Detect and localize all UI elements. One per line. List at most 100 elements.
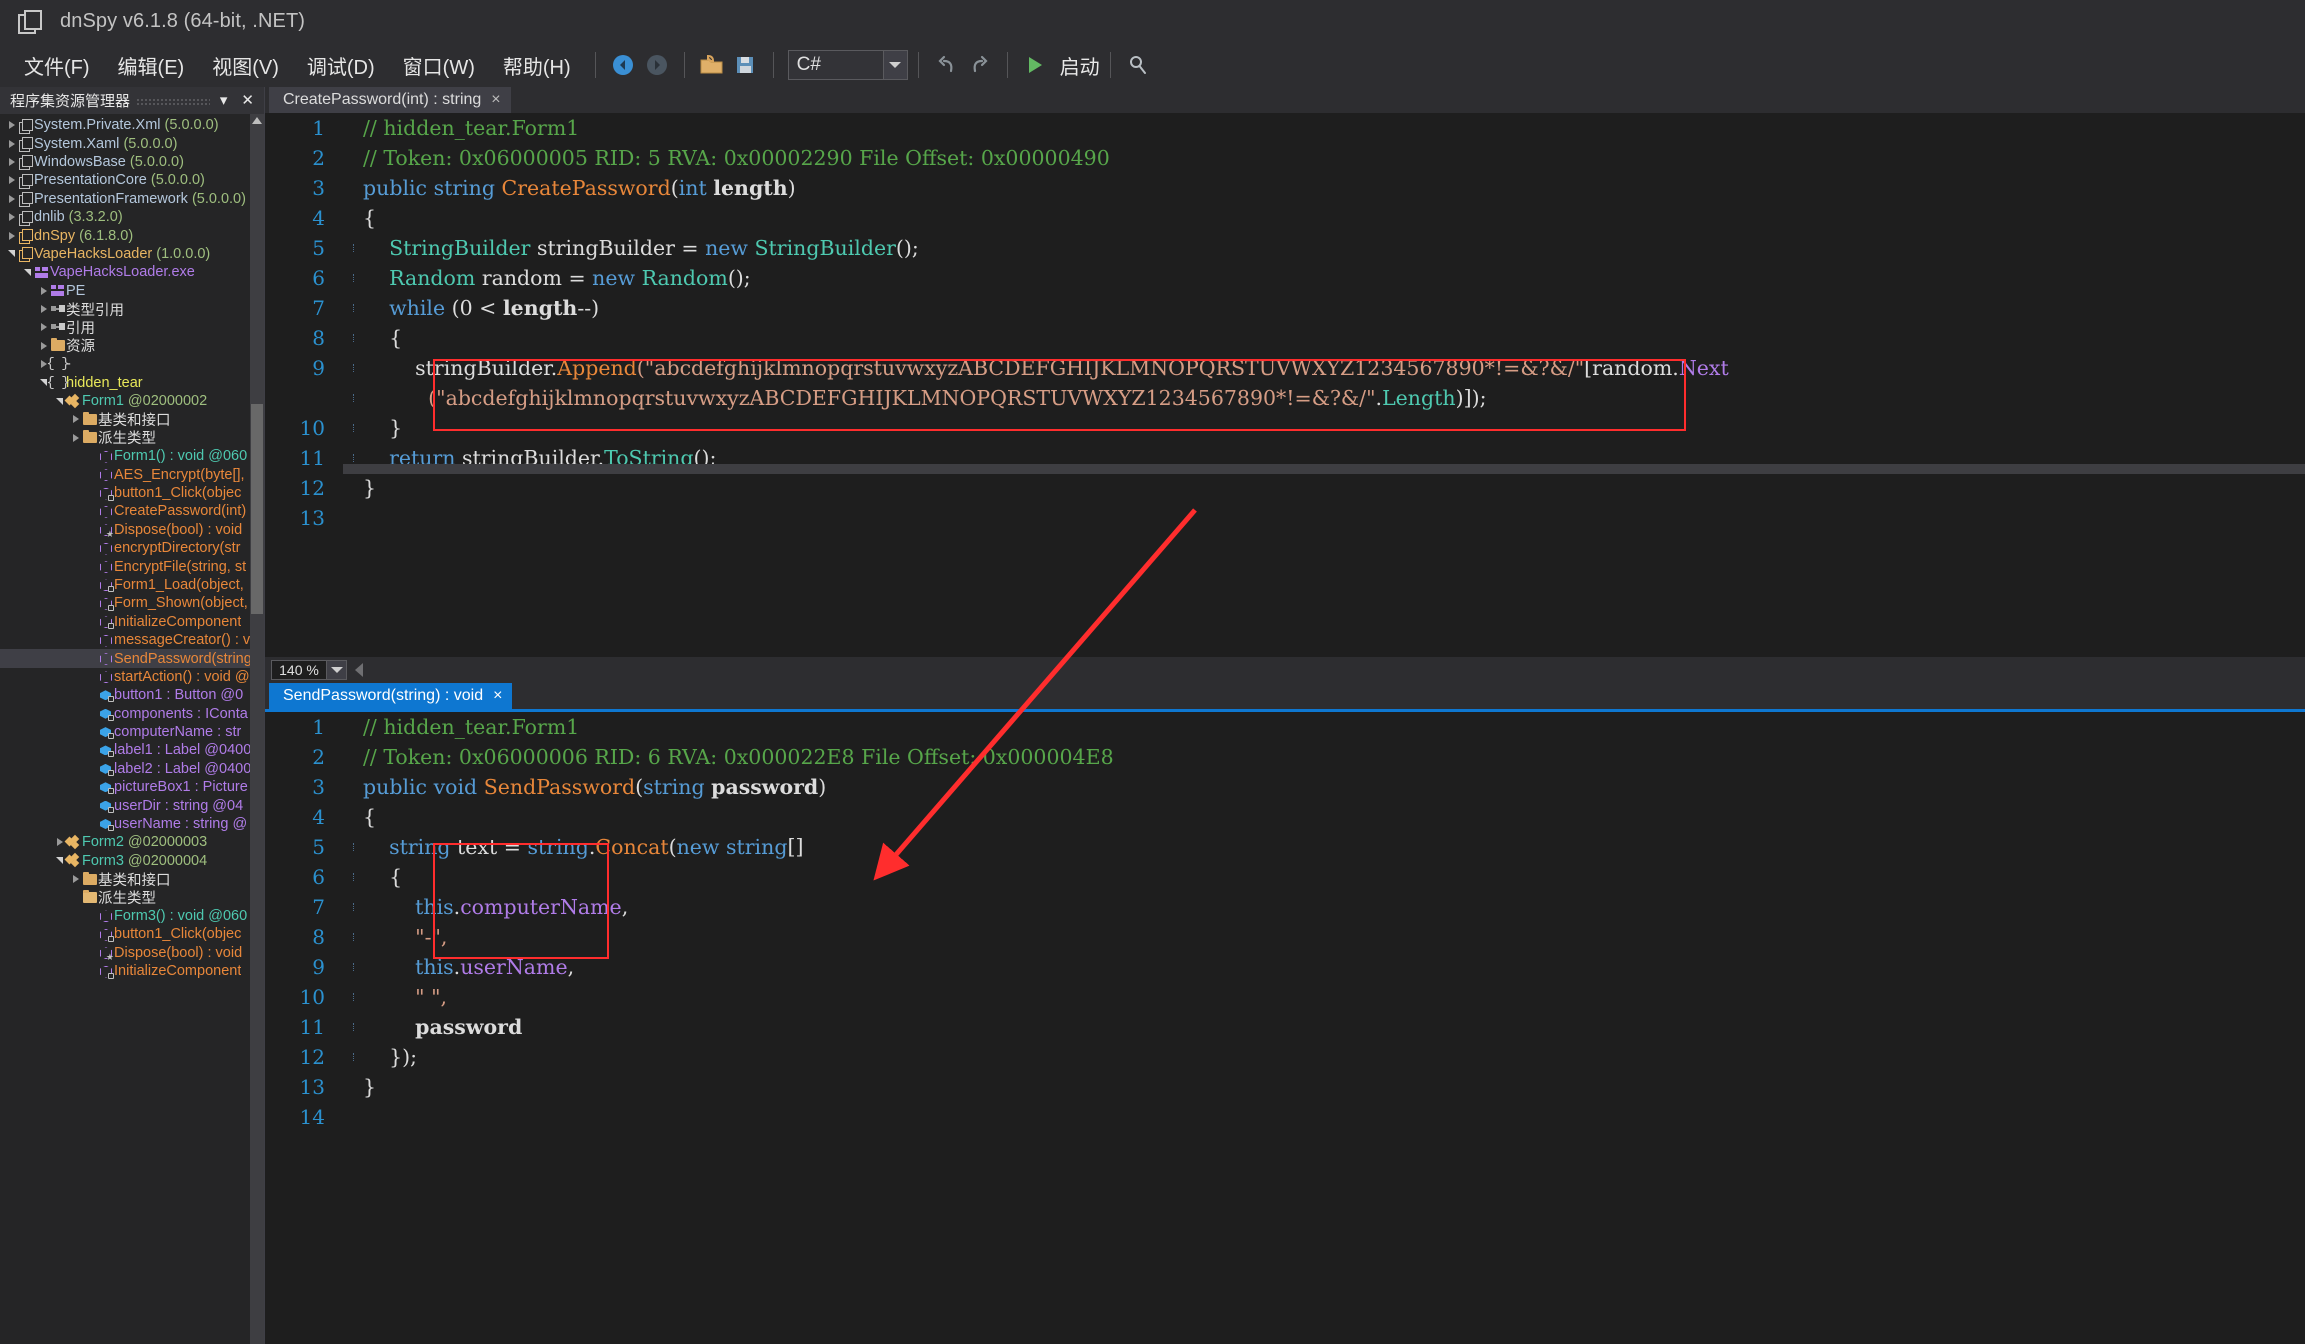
tree-row[interactable]: pictureBox1 : Picture <box>0 778 264 796</box>
expand-arrow-icon[interactable] <box>6 231 17 240</box>
tab-send-password[interactable]: SendPassword(string) : void × <box>269 683 513 709</box>
assembly-tree[interactable]: System.Private.Xml (5.0.0.0) System.Xaml … <box>0 114 264 1344</box>
tree-row[interactable]: WindowsBase (5.0.0.0) <box>0 153 264 171</box>
tree-row[interactable]: Form3 @02000004 <box>0 852 264 870</box>
tree-row[interactable]: SendPassword(string <box>0 649 264 668</box>
tree-row[interactable]: VapeHacksLoader (1.0.0.0) <box>0 245 264 263</box>
chevron-down-icon[interactable]: ▾ <box>216 91 232 110</box>
tree-row[interactable]: { } hidden_tear <box>0 373 264 391</box>
redo-icon[interactable] <box>963 48 997 82</box>
expand-arrow-icon[interactable] <box>6 176 17 185</box>
tree-row[interactable]: label1 : Label @0400 <box>0 741 264 759</box>
menu-window[interactable]: 窗口(W) <box>389 46 489 85</box>
expand-arrow-icon[interactable] <box>6 213 17 222</box>
play-icon[interactable] <box>1018 48 1052 82</box>
expand-arrow-icon[interactable] <box>6 139 17 148</box>
expand-arrow-icon[interactable] <box>70 415 81 424</box>
tree-row[interactable]: InitializeComponent <box>0 962 264 980</box>
collapse-arrow-icon[interactable] <box>54 397 65 405</box>
tree-row[interactable]: ★ Dispose(bool) : void <box>0 521 264 539</box>
collapse-arrow-icon[interactable] <box>6 250 17 258</box>
menu-help[interactable]: 帮助(H) <box>489 46 585 85</box>
chevron-down-icon[interactable] <box>327 660 347 680</box>
forward-arrow-icon[interactable] <box>640 48 674 82</box>
search-icon[interactable] <box>1121 48 1155 82</box>
tree-row[interactable]: 类型引用 <box>0 300 264 319</box>
menu-file[interactable]: 文件(F) <box>10 46 104 85</box>
close-icon[interactable]: ✕ <box>237 91 258 110</box>
tree-row[interactable]: startAction() : void @ <box>0 668 264 686</box>
start-button-label[interactable]: 启动 <box>1060 51 1100 80</box>
menu-view[interactable]: 视图(V) <box>198 46 293 85</box>
tree-row[interactable]: button1_Click(objec <box>0 484 264 502</box>
tree-row[interactable]: Form1_Load(object, <box>0 576 264 594</box>
expand-arrow-icon[interactable] <box>54 838 65 847</box>
panel-drag-handle[interactable] <box>136 97 210 106</box>
tab-create-password[interactable]: CreatePassword(int) : string × <box>269 87 511 113</box>
expand-arrow-icon[interactable] <box>6 121 17 130</box>
expand-arrow-icon[interactable] <box>38 305 49 314</box>
open-folder-icon[interactable] <box>695 48 729 82</box>
tree-row[interactable]: dnSpy (6.1.8.0) <box>0 226 264 245</box>
scroll-up-icon[interactable] <box>252 117 262 124</box>
tree-scrollbar[interactable] <box>250 114 264 1344</box>
tree-row[interactable]: CreatePassword(int) <box>0 502 264 520</box>
tree-row[interactable]: dnlib (3.3.2.0) <box>0 208 264 226</box>
tree-row[interactable]: AES_Encrypt(byte[], <box>0 465 264 483</box>
tree-row[interactable]: 资源 <box>0 337 264 355</box>
tree-row[interactable]: PE <box>0 282 264 300</box>
code-horizontal-scrollbar-top[interactable] <box>343 464 2305 474</box>
close-icon[interactable]: × <box>491 91 500 109</box>
expand-arrow-icon[interactable] <box>6 194 17 203</box>
tree-row[interactable]: messageCreator() : v <box>0 631 264 649</box>
collapse-arrow-icon[interactable] <box>54 857 65 865</box>
tree-row[interactable]: 基类和接口 <box>0 410 264 429</box>
left-triangle-icon[interactable] <box>355 663 363 677</box>
back-arrow-icon[interactable] <box>606 48 640 82</box>
tree-row[interactable]: userDir : string @04 <box>0 796 264 814</box>
tree-row[interactable]: Form2 @02000003 <box>0 833 264 851</box>
menu-edit[interactable]: 编辑(E) <box>104 46 199 85</box>
tree-row[interactable]: button1_Click(objec <box>0 925 264 943</box>
tree-row[interactable]: computerName : str <box>0 723 264 741</box>
tree-row[interactable]: PresentationFramework (5.0.0.0) <box>0 190 264 208</box>
tree-row[interactable]: Form_Shown(object, <box>0 594 264 612</box>
tree-row[interactable]: 派生类型 <box>0 888 264 907</box>
tree-row[interactable]: encryptDirectory(str <box>0 539 264 557</box>
collapse-arrow-icon[interactable] <box>22 268 33 276</box>
tree-row[interactable]: Form1 @02000002 <box>0 392 264 410</box>
tree-row[interactable]: userName : string @ <box>0 815 264 833</box>
undo-icon[interactable] <box>929 48 963 82</box>
tree-row[interactable]: ★ Dispose(bool) : void <box>0 944 264 962</box>
tree-row[interactable]: InitializeComponent <box>0 613 264 631</box>
chevron-down-icon[interactable] <box>882 51 907 79</box>
tree-row[interactable]: 引用 <box>0 318 264 337</box>
expand-arrow-icon[interactable] <box>38 286 49 295</box>
expand-arrow-icon[interactable] <box>38 341 49 350</box>
scrollbar-thumb[interactable] <box>251 404 263 614</box>
tree-row[interactable]: { } - <box>0 355 264 373</box>
language-combobox[interactable]: C# <box>787 50 908 80</box>
tree-row[interactable]: EncryptFile(string, st <box>0 557 264 575</box>
tree-row[interactable]: components : IConta <box>0 705 264 723</box>
expand-arrow-icon[interactable] <box>70 875 81 884</box>
tree-row[interactable]: VapeHacksLoader.exe <box>0 263 264 281</box>
code-view-send-password[interactable]: 1 // hidden_tear.Form1 2 // Token: 0x060000… <box>265 712 2305 1344</box>
tree-row[interactable]: label2 : Label @0400 <box>0 760 264 778</box>
expand-arrow-icon[interactable] <box>38 323 49 332</box>
save-icon[interactable] <box>729 48 763 82</box>
tree-row[interactable]: System.Xaml (5.0.0.0) <box>0 134 264 153</box>
tree-row[interactable]: Form1() : void @060 <box>0 447 264 465</box>
code-view-create-password[interactable]: 1 // hidden_tear.Form1 2 // Token: 0x060000… <box>265 113 2305 657</box>
tree-row[interactable]: button1 : Button @0 <box>0 686 264 704</box>
close-icon[interactable]: × <box>493 687 502 705</box>
tree-row[interactable]: 派生类型 <box>0 429 264 447</box>
tree-row[interactable]: Form3() : void @060 <box>0 907 264 925</box>
expand-arrow-icon[interactable] <box>6 157 17 166</box>
tree-row[interactable]: System.Private.Xml (5.0.0.0) <box>0 116 264 134</box>
zoom-level-value[interactable]: 140 % <box>271 660 327 680</box>
tree-row[interactable]: PresentationCore (5.0.0.0) <box>0 171 264 189</box>
tree-row[interactable]: 基类和接口 <box>0 870 264 889</box>
menu-debug[interactable]: 调试(D) <box>293 46 389 85</box>
expand-arrow-icon[interactable] <box>70 433 81 442</box>
